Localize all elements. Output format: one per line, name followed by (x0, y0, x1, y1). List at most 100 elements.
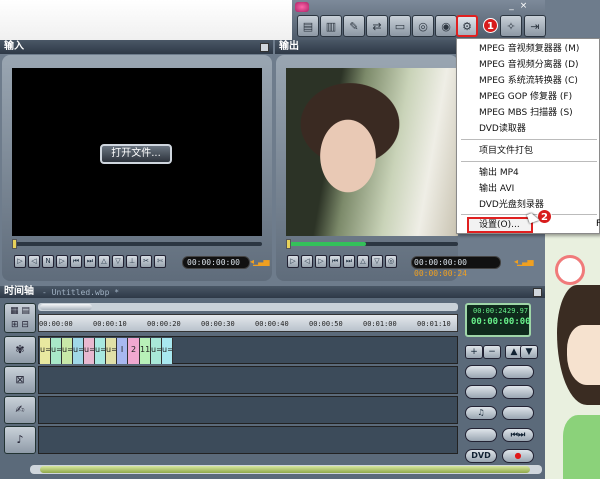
timeline-close-icon[interactable] (533, 288, 542, 297)
dvd-output-button[interactable]: DVD (465, 449, 497, 463)
menu-item-mbs-scanner[interactable]: MPEG MBS 扫描器 (S) (457, 105, 600, 121)
play-button[interactable]: ▷ (287, 255, 299, 268)
tool-button-e[interactable] (502, 406, 534, 420)
menu-item-export-avi[interactable]: 输出 AVI (457, 181, 600, 197)
timeline-clip[interactable]: u= (106, 338, 117, 364)
menu-item-settings[interactable]: 设置(O)... (467, 217, 533, 233)
timeline-clip[interactable]: u= (151, 338, 162, 364)
timeline-scroll-thumb[interactable] (40, 466, 530, 473)
overlay-track-icon[interactable]: ⊠ (4, 366, 36, 394)
tool-button-b[interactable] (502, 365, 534, 379)
video-track[interactable]: u= u= u= u= u= u= u= I 2 11 u= u= (38, 336, 458, 364)
timeline-clip[interactable]: u= (95, 338, 106, 364)
timeline-ruler[interactable]: 00:00:00 00:00:10 00:00:20 00:00:30 00:0… (38, 314, 458, 332)
dvd-button[interactable]: ◎ (412, 15, 434, 37)
mark-in-button[interactable]: △ (357, 255, 369, 268)
ruler-tick: 00:00:20 (147, 320, 181, 328)
timeline-scrollbar[interactable] (30, 465, 542, 474)
input-panel-close-icon[interactable] (260, 43, 269, 52)
prev-frame-button[interactable]: ◁ (301, 255, 313, 268)
menu-item-gop-fixer[interactable]: MPEG GOP 修复器 (F) (457, 89, 600, 105)
disc-button[interactable]: ◉ (435, 15, 457, 37)
end-button[interactable]: ⏭ (84, 255, 96, 268)
timeline-clip[interactable]: 2 (128, 338, 140, 364)
tool-button-a[interactable] (465, 365, 497, 379)
open-file-button[interactable]: 打开文件... (100, 144, 172, 164)
arrow-up-icon: ▲ (510, 347, 518, 357)
menu-item-export-mp4[interactable]: 输出 MP4 (457, 165, 600, 181)
add-track-button[interactable]: + (465, 345, 483, 359)
timeline-clip[interactable]: u= (162, 338, 173, 364)
timeline-clip[interactable]: I (117, 338, 128, 364)
output-volume-icon[interactable]: ◂▁▃▅ (514, 257, 534, 266)
end-button[interactable]: ⏭ (343, 255, 355, 268)
move-down-button[interactable]: ▼ (520, 345, 538, 359)
effects-button[interactable]: ✧ (500, 15, 522, 37)
timeline-clip[interactable]: u= (40, 338, 51, 364)
capture-button[interactable]: ▭ (389, 15, 411, 37)
effects-icon: ✧ (506, 19, 516, 33)
timeline-clip[interactable]: u= (62, 338, 73, 364)
n-button[interactable]: N (42, 255, 54, 268)
mark-out-button[interactable]: ▽ (371, 255, 383, 268)
menu-item-mpeg-demuxer[interactable]: MPEG 音视频分离器 (D) (457, 57, 600, 73)
convert-button[interactable]: ⇄ (366, 15, 388, 37)
step-icon: ⏮⏭ (510, 430, 526, 439)
timeline-title: 时间轴 (4, 286, 34, 297)
tool-button-c[interactable] (465, 385, 497, 399)
prev-frame-button[interactable]: ◁ (28, 255, 40, 268)
timeline-clip[interactable]: u= (51, 338, 62, 364)
timeline-clip[interactable]: u= (73, 338, 84, 364)
input-progress[interactable] (12, 239, 262, 249)
timeline-clip[interactable]: u= (84, 338, 95, 364)
timeline-tools[interactable]: ▦ ▤ ⊞ ⊟ (4, 303, 36, 333)
audio-track[interactable] (38, 426, 458, 454)
exit-button[interactable]: ⇥ (524, 15, 546, 37)
import-button[interactable]: ▤ (297, 15, 319, 37)
title-track[interactable] (38, 396, 458, 424)
record-button[interactable]: ● (502, 449, 534, 463)
mark-out-button[interactable]: ▽ (112, 255, 124, 268)
input-volume-icon[interactable]: ◂▁▃▅ (250, 257, 270, 266)
output-preview-photo (286, 68, 458, 236)
transport-button[interactable]: ⏮⏭ (502, 428, 534, 442)
tool-button-d[interactable] (502, 385, 534, 399)
menu-item-dvd-reader[interactable]: DVD读取器 (457, 121, 600, 137)
tool-button-f[interactable] (465, 428, 497, 442)
menu-item-dvd-burner[interactable]: DVD光盘刻录器 (457, 197, 600, 213)
timeline-zoom-thumb[interactable] (40, 304, 92, 310)
audio-track-icon[interactable]: ♪ (4, 426, 36, 454)
menu-item-mpeg-converter[interactable]: MPEG 系统流转换器 (C) (457, 73, 600, 89)
start-button[interactable]: ⏮ (70, 255, 82, 268)
start-button[interactable]: ⏮ (329, 255, 341, 268)
next-button[interactable]: ▷ (56, 255, 68, 268)
tools-button[interactable]: ⚙ (456, 15, 478, 37)
video-track-icon[interactable]: ✾ (4, 336, 36, 364)
timeline-zoom-scroll[interactable] (38, 303, 458, 311)
ruler-tick: 00:00:10 (93, 320, 127, 328)
remove-track-button[interactable]: − (483, 345, 501, 359)
overlay-track[interactable] (38, 366, 458, 394)
next-frame-button[interactable]: ▷ (315, 255, 327, 268)
timeline-clip[interactable]: 11 (140, 338, 151, 364)
output-progress[interactable] (286, 239, 458, 249)
edit-button[interactable]: ✎ (343, 15, 365, 37)
export-button[interactable]: ▥ (320, 15, 342, 37)
close-button[interactable]: × (518, 1, 529, 11)
split-button[interactable]: ⊥ (126, 255, 138, 268)
export-icon: ▥ (325, 19, 337, 33)
cut-button[interactable]: ✂ (140, 255, 152, 268)
snip-button[interactable]: ✄ (154, 255, 166, 268)
lcd-current: 00:00:24 (473, 307, 507, 315)
play-button[interactable]: ▷ (14, 255, 26, 268)
menu-item-mpeg-muxer[interactable]: MPEG 音视频复器器 (M) (457, 41, 600, 57)
title-track-icon[interactable]: ✍ (4, 396, 36, 424)
minimize-button[interactable]: _ (506, 1, 517, 11)
snapshot-button[interactable]: ◎ (385, 255, 397, 268)
mark-in-button[interactable]: △ (98, 255, 110, 268)
menu-item-project-pack[interactable]: 项目文件打包 (457, 143, 600, 159)
lock-button[interactable]: ♫ (465, 406, 497, 420)
lock-icon: ♫ (477, 408, 485, 417)
output-progress-knob[interactable] (286, 239, 291, 249)
input-progress-knob[interactable] (12, 239, 17, 249)
